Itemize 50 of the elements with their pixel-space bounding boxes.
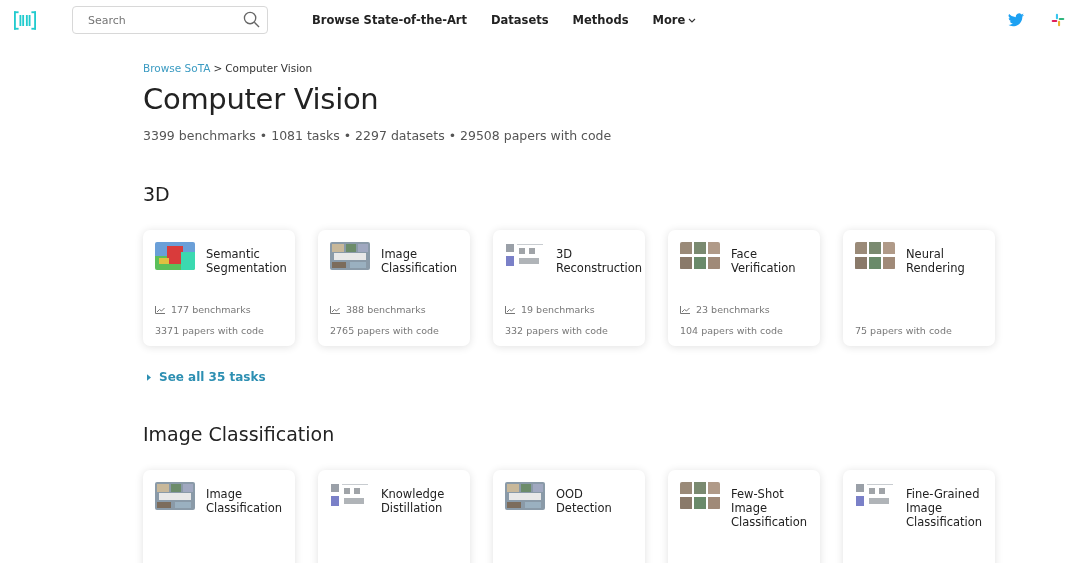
paper-count: 2765 papers with code: [330, 325, 440, 336]
chart-icon: [330, 305, 340, 314]
paper-count: 75 papers with code: [855, 325, 953, 336]
task-card[interactable]: 3D Reconstruction 19 benchmarks 332 papers with code: [493, 230, 645, 346]
bird-icon[interactable]: [1008, 13, 1024, 27]
benchmark-count: 19 benchmarks: [521, 304, 595, 315]
task-card[interactable]: Knowledge Distillation: [318, 469, 470, 563]
task-card[interactable]: Image Classification 388 benchmarks 2765 papers with code: [318, 230, 470, 346]
paper-count: 3371 papers with code: [155, 325, 265, 336]
task-card[interactable]: Few-Shot Image Classification: [668, 469, 820, 563]
nav-link[interactable]: Datasets: [491, 13, 549, 27]
task-name: Knowledge Distillation: [381, 485, 446, 515]
paper-count: 332 papers with code: [505, 325, 609, 336]
benchmark-count: 177 benchmarks: [171, 304, 251, 315]
hash-icon[interactable]: [1050, 13, 1066, 27]
chart-icon: [505, 305, 515, 314]
chart-icon: [680, 305, 690, 314]
task-name: Semantic Segmentation: [206, 246, 287, 275]
benchmark-count: 388 benchmarks: [346, 304, 426, 315]
section-heading: 3D: [143, 183, 171, 205]
task-name: 3D Reconstruction: [556, 246, 643, 275]
search-icon[interactable]: [243, 11, 260, 28]
breadcrumb-current: Computer Vision: [225, 62, 313, 74]
task-name: Fine-Grained Image Classification: [906, 485, 984, 529]
benchmark-count: 23 benchmarks: [696, 304, 770, 315]
breadcrumb-separator: >: [213, 62, 223, 74]
more-menu[interactable]: More: [652, 13, 697, 27]
paper-count: 104 papers with code: [680, 325, 784, 336]
task-card[interactable]: Image Classification: [143, 469, 295, 563]
see-all-link[interactable]: See all 35 tasks: [147, 370, 266, 384]
page-title: Computer Vision: [143, 82, 380, 116]
task-name: Face Verification: [731, 246, 797, 275]
task-card[interactable]: Fine-Grained Image Classification: [843, 469, 995, 563]
task-name: OOD Detection: [556, 485, 613, 515]
task-name: Few-Shot Image Classification: [731, 485, 809, 529]
task-card[interactable]: OOD Detection: [493, 469, 645, 563]
summary-text: 3399 benchmarks • 1081 tasks • 2297 datasets • 29508 papers with code: [143, 128, 613, 143]
nav-link[interactable]: Methods: [572, 13, 629, 27]
task-card[interactable]: Neural Rendering 75 papers with code: [843, 230, 995, 346]
caret-icon[interactable]: [688, 17, 697, 23]
triangle-icon[interactable]: [147, 373, 151, 381]
task-name: Neural Rendering: [906, 246, 966, 275]
section-heading: Image Classification: [143, 422, 336, 445]
task-card[interactable]: Face Verification 23 benchmarks 104 papers with code: [668, 230, 820, 346]
task-name: Image Classification: [381, 246, 459, 275]
task-card[interactable]: Semantic Segmentation 177 benchmarks 3371 papers with code: [143, 230, 295, 346]
search-field[interactable]: Search: [72, 6, 268, 34]
nav-link[interactable]: Browse State-of-the-Art: [312, 13, 468, 27]
chart-icon: [155, 305, 165, 314]
task-name: Image Classification: [206, 485, 284, 515]
